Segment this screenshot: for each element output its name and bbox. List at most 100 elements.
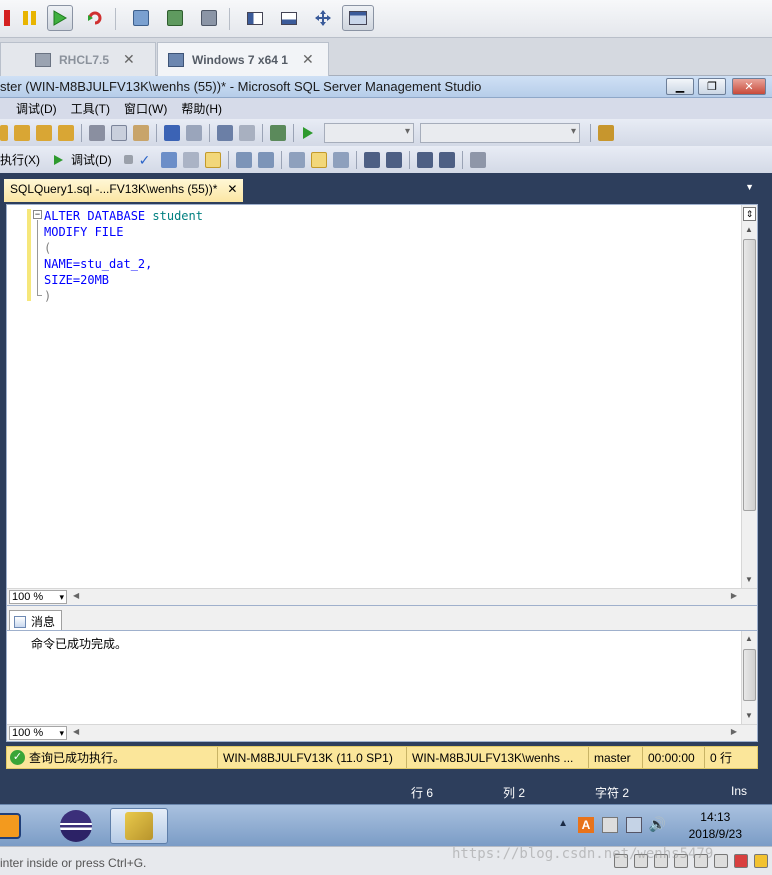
query-icon[interactable] [0, 124, 8, 141]
close-icon[interactable]: ✕ [227, 182, 237, 196]
tab-sqlquery1[interactable]: SQLQuery1.sql -...FV13K\wenhs (55))* ✕ [4, 179, 244, 202]
display-icon[interactable] [734, 854, 748, 868]
solution-config-select[interactable] [324, 122, 414, 143]
clock[interactable]: 14:13 2018/9/23 [689, 809, 742, 843]
message-log-icon[interactable] [754, 854, 768, 868]
intellisense-icon[interactable] [257, 151, 274, 168]
undo-icon[interactable] [164, 124, 180, 141]
menu-window[interactable]: 窗口(W) [124, 100, 167, 117]
query-options-icon[interactable] [235, 151, 252, 168]
unity-view-icon[interactable] [342, 5, 374, 31]
scroll-left-icon[interactable]: ◀ [73, 591, 79, 600]
scroll-right-icon[interactable]: ▶ [731, 591, 737, 600]
redo-icon[interactable] [186, 124, 202, 141]
results-zoom-select[interactable]: 100 % [9, 726, 67, 740]
query-editor[interactable]: − ALTER DATABASE student MODIFY FILE ( N… [6, 204, 758, 606]
minimize-button[interactable]: ▁ [666, 78, 694, 95]
query-db-icon[interactable] [14, 124, 30, 141]
results-horizontal-scrollbar[interactable]: 100 % ◀ ▶ [7, 724, 757, 741]
power-on-icon[interactable] [47, 5, 73, 31]
eclipse-icon[interactable] [56, 808, 96, 844]
cut-icon[interactable] [89, 124, 105, 141]
activity-monitor-icon[interactable] [270, 124, 286, 141]
results-to-grid-icon[interactable] [204, 151, 221, 168]
results-vertical-scrollbar[interactable]: ▲ ▼ [741, 631, 757, 725]
menu-help[interactable]: 帮助(H) [181, 100, 222, 117]
tab-label: Windows 7 x64 1 [192, 52, 288, 67]
restore-snapshot-icon[interactable] [162, 5, 188, 31]
properties-icon[interactable] [598, 124, 614, 141]
maximize-button[interactable]: ❐ [698, 78, 726, 95]
copy-icon[interactable] [111, 124, 127, 141]
reset-icon[interactable] [82, 5, 108, 31]
show-library-icon[interactable] [242, 5, 268, 31]
scroll-down-icon[interactable]: ▼ [745, 711, 753, 720]
volume-icon[interactable]: 🔊 [649, 816, 666, 833]
chevron-down-icon[interactable]: ▼ [745, 182, 754, 192]
editor-zoom-select[interactable]: 100 % [9, 590, 67, 604]
action-center-icon[interactable] [602, 817, 618, 833]
uncomment-icon[interactable] [385, 151, 402, 168]
increase-indent-icon[interactable] [438, 151, 455, 168]
status-line: 行 6 [411, 786, 434, 800]
code-line: ) [44, 289, 52, 303]
query-mdx-icon[interactable] [36, 124, 52, 141]
tab-messages[interactable]: 消息 [9, 610, 63, 630]
thumbnail-bar-icon[interactable] [276, 5, 302, 31]
scroll-left-icon[interactable]: ◀ [73, 727, 79, 736]
debug-button[interactable]: 调试(D) [71, 151, 112, 168]
change-connection-icon[interactable] [160, 151, 177, 168]
close-icon[interactable]: ✕ [123, 51, 135, 68]
comment-icon[interactable] [363, 151, 380, 168]
decrease-indent-icon[interactable] [416, 151, 433, 168]
editor-horizontal-scrollbar[interactable]: 100 % ◀ ▶ [7, 588, 757, 605]
paste-icon[interactable] [133, 124, 149, 141]
input-method-icon[interactable]: A [578, 817, 594, 833]
results-to-text-icon[interactable] [288, 151, 305, 168]
navigate-icon[interactable] [217, 124, 233, 141]
scroll-thumb[interactable] [743, 649, 756, 701]
status-message: 查询已成功执行。 [29, 751, 126, 765]
debug-icon[interactable] [52, 152, 68, 168]
platform-select[interactable] [420, 122, 580, 143]
results-pane[interactable]: 命令已成功完成。 ▲ ▼ 100 % ◀ ▶ [6, 630, 758, 742]
snapshot-manager-icon[interactable] [196, 5, 222, 31]
close-icon[interactable]: ✕ [302, 51, 314, 68]
tab-windows7[interactable]: Windows 7 x64 1 ✕ [157, 42, 329, 76]
display-plan-icon[interactable] [182, 151, 199, 168]
tab-rhcl[interactable]: RHCL7.5 ✕ [0, 42, 156, 76]
editor-vertical-scrollbar[interactable]: ⇕ ▲ ▼ [741, 205, 757, 589]
report-icon[interactable] [239, 124, 255, 141]
network-icon[interactable] [626, 817, 642, 833]
stop-icon[interactable] [123, 155, 133, 164]
scroll-down-icon[interactable]: ▼ [745, 575, 753, 584]
scroll-up-icon[interactable]: ▲ [745, 225, 753, 234]
collapse-icon[interactable]: − [33, 210, 42, 219]
start-icon[interactable] [301, 125, 317, 141]
window-title: ster (WIN-M8BJULFV13K\wenhs (55))* - Mic… [0, 79, 482, 94]
specify-values-icon[interactable] [469, 151, 486, 168]
split-icon[interactable]: ⇕ [743, 207, 756, 221]
query-xmla-icon[interactable] [58, 124, 74, 141]
full-screen-icon[interactable] [310, 5, 336, 31]
status-elapsed: 00:00:00 [642, 747, 704, 768]
document-tab-label: SQLQuery1.sql -...FV13K\wenhs (55))* [10, 182, 218, 196]
execute-button[interactable]: 执行(X) [0, 151, 40, 168]
media-player-icon[interactable] [0, 808, 28, 844]
results-to-file-icon[interactable] [310, 151, 327, 168]
sql-code[interactable]: ALTER DATABASE student MODIFY FILE ( NAM… [44, 208, 203, 304]
parse-icon[interactable]: ✓ [139, 152, 155, 168]
menu-tools[interactable]: 工具(T) [71, 100, 110, 117]
menu-debug[interactable]: 调试(D) [16, 100, 57, 117]
scroll-up-icon[interactable]: ▲ [745, 634, 753, 643]
scroll-right-icon[interactable]: ▶ [731, 727, 737, 736]
close-window-button[interactable]: ✕ [732, 78, 766, 95]
ssms-taskbar-icon[interactable] [110, 808, 168, 844]
show-hidden-icons-icon[interactable]: ▲ [558, 818, 568, 829]
include-plan-icon[interactable] [332, 151, 349, 168]
vmware-toolbar [0, 0, 772, 38]
snapshot-icon[interactable] [128, 5, 154, 31]
pause-icon[interactable] [16, 5, 42, 31]
scroll-thumb[interactable] [743, 239, 756, 511]
printer-icon[interactable] [714, 854, 728, 868]
